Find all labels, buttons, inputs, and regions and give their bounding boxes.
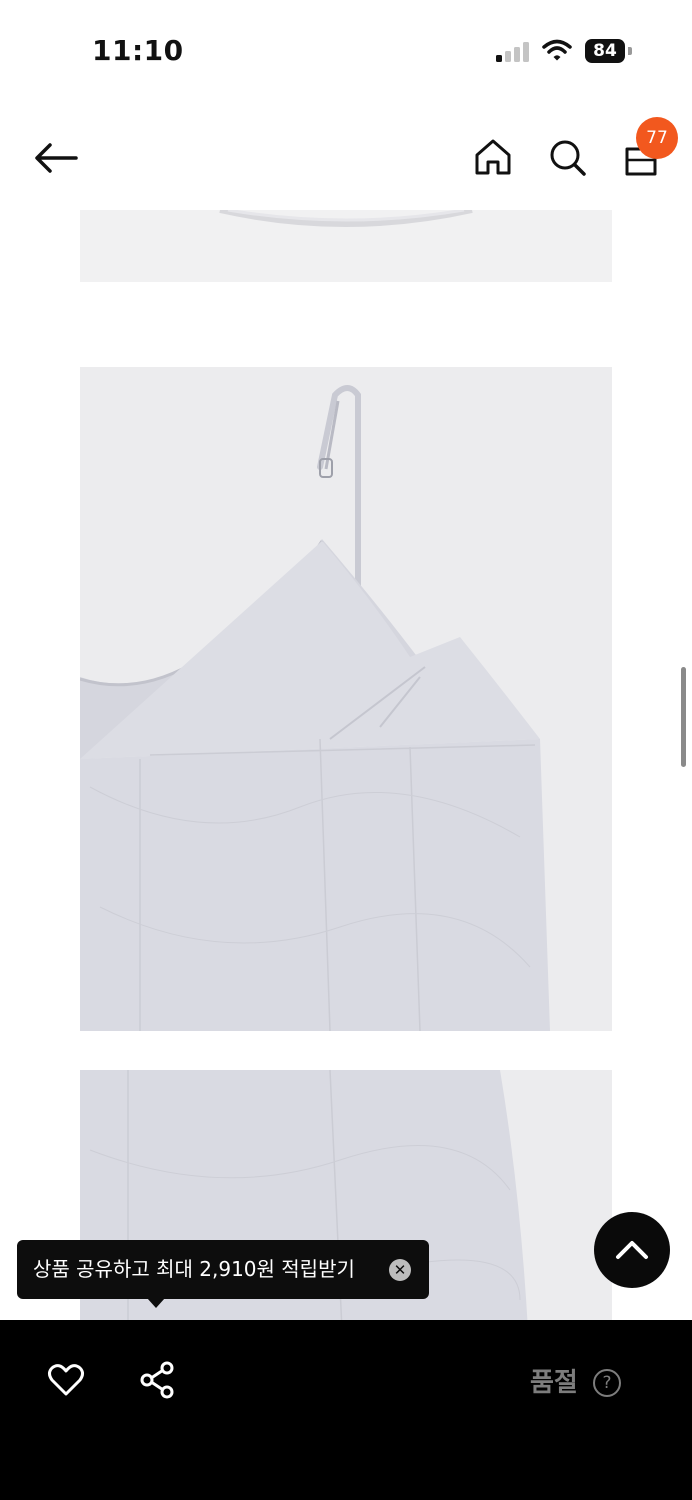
back-arrow-icon[interactable] bbox=[30, 138, 82, 178]
status-time: 11:10 bbox=[92, 34, 184, 67]
cart-count-badge: 77 bbox=[636, 117, 678, 159]
bottom-action-bar: 품절 ? bbox=[0, 1320, 692, 1500]
share-reward-tooltip: 상품 공유하고 최대 2,910원 적립받기 ✕ bbox=[17, 1240, 429, 1299]
heart-icon[interactable] bbox=[46, 1360, 86, 1400]
close-icon[interactable]: ✕ bbox=[389, 1259, 411, 1281]
product-image-2 bbox=[80, 367, 612, 1031]
scroll-top-button[interactable] bbox=[594, 1212, 670, 1288]
chevron-up-icon bbox=[616, 1241, 648, 1259]
status-bar: 11:10 84 bbox=[0, 0, 692, 100]
top-navigation bbox=[0, 110, 692, 205]
help-icon[interactable]: ? bbox=[593, 1369, 621, 1397]
home-icon[interactable] bbox=[470, 134, 516, 180]
scrollbar[interactable] bbox=[681, 667, 686, 767]
share-icon[interactable] bbox=[138, 1360, 178, 1400]
search-icon[interactable] bbox=[544, 134, 590, 180]
wifi-icon bbox=[542, 39, 572, 61]
product-image-1 bbox=[80, 210, 612, 282]
tooltip-pointer bbox=[147, 1298, 165, 1308]
cellular-signal-icon bbox=[496, 42, 529, 62]
tooltip-text: 상품 공유하고 최대 2,910원 적립받기 bbox=[33, 1257, 355, 1281]
battery-icon: 84 bbox=[585, 39, 633, 63]
soldout-label: 품절 bbox=[530, 1368, 578, 1398]
battery-level: 84 bbox=[585, 39, 625, 63]
